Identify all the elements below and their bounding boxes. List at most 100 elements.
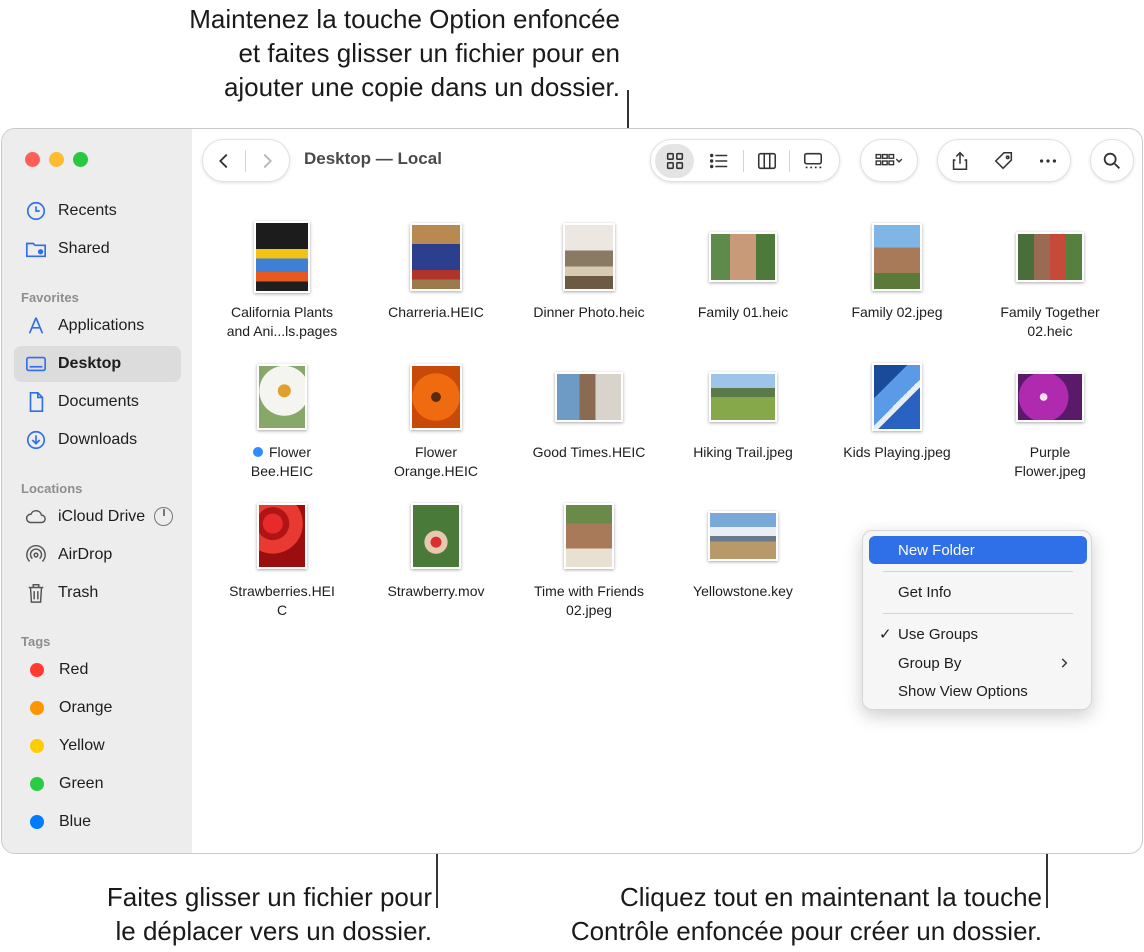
menu-item-group-by[interactable]: Group By (869, 649, 1087, 677)
menu-item-get-info[interactable]: Get Info (869, 578, 1087, 606)
list-icon (709, 153, 727, 168)
file-item-family-02[interactable]: Family 02.jpeg (822, 221, 972, 322)
toolbar: Desktop — Local (192, 129, 1142, 191)
file-name: Strawberry.mov (387, 583, 485, 599)
file-name: Strawberries.HEI C (229, 583, 335, 618)
search-icon (1103, 152, 1120, 169)
blue-tag-dot (252, 447, 263, 457)
file-item-time-with-friends[interactable]: Time with Friends 02.jpeg (514, 500, 664, 620)
file-thumbnail (553, 500, 625, 572)
sidebar-item-tag-orange[interactable]: Orange (14, 690, 181, 726)
sidebar-item-tag-blue[interactable]: Blue (14, 804, 181, 840)
file-name: Purple Flower.jpeg (1014, 444, 1086, 479)
gallery-view-button[interactable] (790, 144, 835, 178)
file-thumbnail (400, 361, 472, 433)
view-mode-group (650, 139, 840, 182)
file-name: Family 01.heic (697, 304, 789, 320)
file-item-strawberries[interactable]: Strawberries.HEI C (207, 500, 357, 620)
sync-progress-icon (154, 507, 173, 526)
window-title: Desktop — Local (304, 149, 442, 168)
actions-group (937, 139, 1071, 182)
zoom-window-button[interactable] (73, 152, 88, 167)
file-item-dinner-photo[interactable]: Dinner Photo.heic (514, 221, 664, 322)
minimize-window-button[interactable] (49, 152, 64, 167)
search-button[interactable] (1090, 139, 1134, 182)
more-actions-button[interactable] (1026, 144, 1070, 178)
clock-icon (24, 199, 48, 223)
file-item-family-01[interactable]: Family 01.heic (668, 221, 818, 322)
tag-button[interactable] (983, 144, 1027, 178)
file-thumbnail (861, 361, 933, 433)
menu-separator (883, 613, 1073, 614)
file-grid: California Plants and Ani...ls.pages Char… (192, 191, 1142, 853)
sidebar-item-desktop[interactable]: Desktop (14, 346, 181, 382)
file-name: Flower Bee.HEIC (250, 444, 314, 479)
file-name: Hiking Trail.jpeg (693, 444, 793, 460)
forward-button[interactable] (246, 144, 288, 178)
file-thumbnail (246, 221, 318, 293)
group-menu-button[interactable] (860, 139, 918, 182)
file-thumbnail (707, 361, 779, 433)
menu-item-new-folder[interactable]: New Folder (869, 536, 1087, 564)
menu-item-use-groups[interactable]: ✓ Use Groups (869, 620, 1087, 648)
file-item-strawberry-mov[interactable]: Strawberry.mov (361, 500, 511, 601)
file-name: California Plants and Ani...ls.pages (226, 304, 338, 339)
back-button[interactable] (203, 144, 245, 178)
sidebar-section-favorites: Favorites (21, 290, 79, 305)
file-thumbnail (1014, 361, 1086, 433)
desktop-icon (24, 352, 48, 376)
file-item-california-plants[interactable]: California Plants and Ani...ls.pages (207, 221, 357, 341)
file-item-flower-orange[interactable]: Flower Orange.HEIC (361, 361, 511, 481)
file-name: Good Times.HEIC (532, 444, 646, 460)
applications-icon (24, 314, 48, 338)
file-item-family-together[interactable]: Family Together 02.heic (975, 221, 1125, 341)
column-view-button[interactable] (744, 144, 789, 178)
cloud-icon (24, 505, 48, 529)
list-view-button[interactable] (694, 144, 743, 178)
grid-icon (666, 152, 683, 169)
sidebar-item-trash[interactable]: Trash (14, 575, 181, 611)
callout-option-drag: Maintenez la touche Option enfoncée et f… (189, 4, 620, 102)
tag-icon (995, 151, 1013, 169)
sidebar-item-shared[interactable]: Shared (14, 231, 181, 267)
file-item-hiking-trail[interactable]: Hiking Trail.jpeg (668, 361, 818, 462)
close-window-button[interactable] (25, 152, 40, 167)
tag-color-dot (30, 663, 44, 677)
share-button[interactable] (938, 144, 983, 178)
document-icon (24, 390, 48, 414)
icon-view-button[interactable] (655, 143, 695, 178)
file-item-purple-flower[interactable]: Purple Flower.jpeg (975, 361, 1125, 481)
file-thumbnail (861, 221, 933, 293)
file-item-yellowstone[interactable]: Yellowstone.key (668, 500, 818, 601)
gallery-icon (803, 152, 822, 168)
download-icon (24, 428, 48, 452)
sidebar-item-downloads[interactable]: Downloads (14, 422, 181, 458)
file-name: Charreria.HEIC (388, 304, 484, 320)
group-grid-icon (875, 153, 903, 165)
sidebar-item-airdrop[interactable]: AirDrop (14, 537, 181, 573)
tag-color-dot (30, 739, 44, 753)
sidebar-item-documents[interactable]: Documents (14, 384, 181, 420)
chevron-right-icon (1061, 658, 1068, 668)
sidebar-item-icloud-drive[interactable]: iCloud Drive (14, 499, 181, 535)
tag-color-dot (30, 815, 44, 829)
sidebar-item-recents[interactable]: Recents (14, 193, 181, 229)
file-thumbnail (553, 221, 625, 293)
chevron-left-icon (219, 153, 228, 168)
navigation-group (202, 139, 290, 182)
sidebar-item-tag-red[interactable]: Red (14, 652, 181, 688)
file-thumbnail (246, 500, 318, 572)
sidebar-section-tags: Tags (21, 634, 51, 649)
sidebar-item-tag-yellow[interactable]: Yellow (14, 728, 181, 764)
menu-item-show-view-options[interactable]: Show View Options (869, 677, 1087, 705)
file-item-charreria[interactable]: Charreria.HEIC (361, 221, 511, 322)
file-item-kids-playing[interactable]: Kids Playing.jpeg (822, 361, 972, 462)
file-thumbnail (707, 221, 779, 293)
sidebar-item-applications[interactable]: Applications (14, 308, 181, 344)
file-item-good-times[interactable]: Good Times.HEIC (514, 361, 664, 462)
file-item-flower-bee[interactable]: Flower Bee.HEIC (207, 361, 357, 481)
sidebar-item-tag-green[interactable]: Green (14, 766, 181, 802)
chevron-right-icon (263, 153, 272, 168)
file-thumbnail (707, 500, 779, 572)
file-name: Family 02.jpeg (851, 304, 943, 320)
